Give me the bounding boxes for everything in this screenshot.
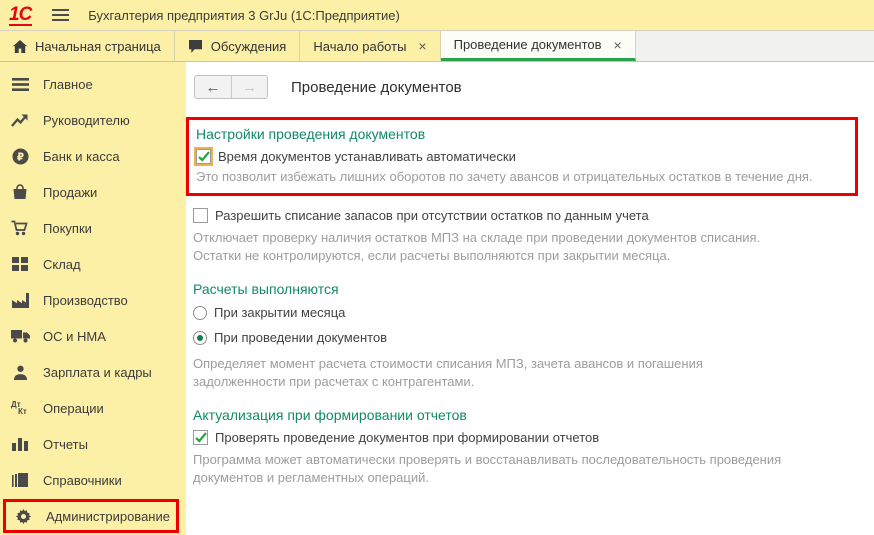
tab-label: Обсуждения <box>210 38 287 54</box>
sidebar-item-label: Производство <box>43 292 128 308</box>
trend-icon <box>9 113 31 127</box>
calculations-hint-line1: Определяет момент расчета стоимости спис… <box>193 356 703 371</box>
auto-time-checkbox-row[interactable]: Время документов устанавливать автоматич… <box>194 147 855 166</box>
sidebar-item-label: ОС и НМА <box>43 328 106 344</box>
actualization-hint-line1: Программа может автоматически проверять … <box>193 452 782 467</box>
annotation-highlight-posting-settings: Настройки проведения документов Время до… <box>186 117 858 196</box>
section-heading-posting-settings: Настройки проведения документов <box>196 126 426 142</box>
radio-doc-posting-row[interactable]: При проведении документов <box>193 330 858 345</box>
radio-doc-posting[interactable] <box>193 330 207 345</box>
truck-icon <box>9 329 31 343</box>
sidebar-item-label: Продажи <box>43 184 98 200</box>
radio-doc-posting-label: При проведении документов <box>214 330 388 345</box>
sidebar-item-label: Операции <box>43 400 104 416</box>
auto-time-checkbox[interactable] <box>194 147 213 166</box>
document-posting-page: ← → Проведение документов Настройки пров… <box>186 62 874 535</box>
sidebar-item-label: Зарплата и кадры <box>43 364 152 380</box>
sidebar-item-warehouse[interactable]: Склад <box>0 246 186 282</box>
tab-close-icon[interactable]: × <box>614 37 622 53</box>
main-menu-button[interactable] <box>52 9 70 21</box>
page-title: Проведение документов <box>291 78 462 96</box>
svg-text:₽: ₽ <box>16 152 23 163</box>
books-icon <box>9 472 31 488</box>
sidebar-item-bank-cash[interactable]: ₽ Банк и касса <box>0 138 186 174</box>
sidebar-item-label: Администрирование <box>46 508 170 524</box>
forward-button[interactable]: → <box>231 76 267 98</box>
checkmark-icon <box>197 151 210 162</box>
window-title: Бухгалтерия предприятия 3 GrJu (1С:Предп… <box>88 7 400 23</box>
allow-writeoff-label: Разрешить списание запасов при отсутстви… <box>215 208 649 223</box>
main-menu-icon <box>9 77 31 91</box>
history-nav: ← → <box>194 75 268 99</box>
tab-document-posting[interactable]: Проведение документов × <box>440 31 636 61</box>
tab-getting-started[interactable]: Начало работы × <box>300 31 441 61</box>
section-sidebar: Главное Руководителю ₽ Банк и касса Прод… <box>0 62 186 535</box>
factory-icon <box>9 292 31 308</box>
tab-label: Начало работы <box>313 38 407 54</box>
tab-label: Начальная страница <box>35 38 161 54</box>
tab-label: Проведение документов <box>453 37 602 52</box>
section-heading-actualization: Актуализация при формировании отчетов <box>193 407 467 423</box>
tab-discussions[interactable]: Обсуждения <box>174 31 301 61</box>
sidebar-item-reports[interactable]: Отчеты <box>0 426 186 462</box>
sidebar-item-directories[interactable]: Справочники <box>0 462 186 498</box>
sidebar-item-label: Банк и касса <box>43 148 120 164</box>
sidebar-item-main[interactable]: Главное <box>0 66 186 102</box>
sidebar-item-sales[interactable]: Продажи <box>0 174 186 210</box>
back-button[interactable]: ← <box>195 76 231 98</box>
tab-bar: Начальная страница Обсуждения Начало раб… <box>0 31 874 62</box>
bar-chart-icon <box>9 437 31 451</box>
verify-posting-checkbox[interactable] <box>193 430 208 445</box>
home-icon <box>13 39 27 53</box>
sidebar-item-purchases[interactable]: Покупки <box>0 210 186 246</box>
verify-posting-label: Проверять проведение документов при форм… <box>215 430 600 445</box>
checkmark-icon <box>194 432 207 443</box>
radio-month-close-row[interactable]: При закрытии месяца <box>193 305 858 320</box>
sidebar-item-manager[interactable]: Руководителю <box>0 102 186 138</box>
allow-writeoff-checkbox[interactable] <box>193 208 208 223</box>
sidebar-item-production[interactable]: Производство <box>0 282 186 318</box>
allow-writeoff-hint-line2: Остатки не контролируются, если расчеты … <box>193 248 671 263</box>
gear-icon <box>12 508 34 525</box>
tab-home-page[interactable]: Начальная страница <box>0 31 175 61</box>
sidebar-item-label: Главное <box>43 76 93 92</box>
sidebar-item-label: Склад <box>43 256 81 272</box>
calculations-hint-line2: задолженности при расчетах с контрагента… <box>193 374 475 389</box>
sidebar-item-label: Справочники <box>43 472 122 488</box>
dtkt-icon: Дт Кт <box>11 400 27 416</box>
actualization-hint-line2: документов и регламентных операций. <box>193 470 429 485</box>
allow-writeoff-hint-line1: Отключает проверку наличия остатков МПЗ … <box>193 230 761 245</box>
chat-icon <box>188 39 202 53</box>
sidebar-item-administration[interactable]: Администрирование <box>3 499 179 533</box>
sidebar-item-label: Отчеты <box>43 436 88 452</box>
bag-icon <box>9 184 31 200</box>
sidebar-item-label: Покупки <box>43 220 92 236</box>
section-heading-calculations: Расчеты выполняются <box>193 281 339 297</box>
sidebar-item-label: Руководителю <box>43 112 130 128</box>
cart-icon <box>9 220 31 236</box>
sidebar-item-operations[interactable]: Дт Кт Операции <box>0 390 186 426</box>
person-icon <box>9 365 31 380</box>
verify-posting-checkbox-row[interactable]: Проверять проведение документов при форм… <box>193 430 858 445</box>
1c-logo-icon: 1С <box>9 3 32 26</box>
radio-month-close[interactable] <box>193 305 207 320</box>
auto-time-hint: Это позволит избежать лишних оборотов по… <box>196 169 813 184</box>
allow-writeoff-checkbox-row[interactable]: Разрешить списание запасов при отсутстви… <box>193 208 858 223</box>
window-titlebar: 1С Бухгалтерия предприятия 3 GrJu (1С:Пр… <box>0 0 874 31</box>
ruble-icon: ₽ <box>9 147 31 165</box>
radio-month-close-label: При закрытии месяца <box>214 305 346 320</box>
auto-time-label: Время документов устанавливать автоматич… <box>218 149 516 164</box>
sidebar-item-payroll-hr[interactable]: Зарплата и кадры <box>0 354 186 390</box>
sidebar-item-fixed-assets[interactable]: ОС и НМА <box>0 318 186 354</box>
tab-close-icon[interactable]: × <box>418 38 426 54</box>
warehouse-grid-icon <box>9 257 31 271</box>
